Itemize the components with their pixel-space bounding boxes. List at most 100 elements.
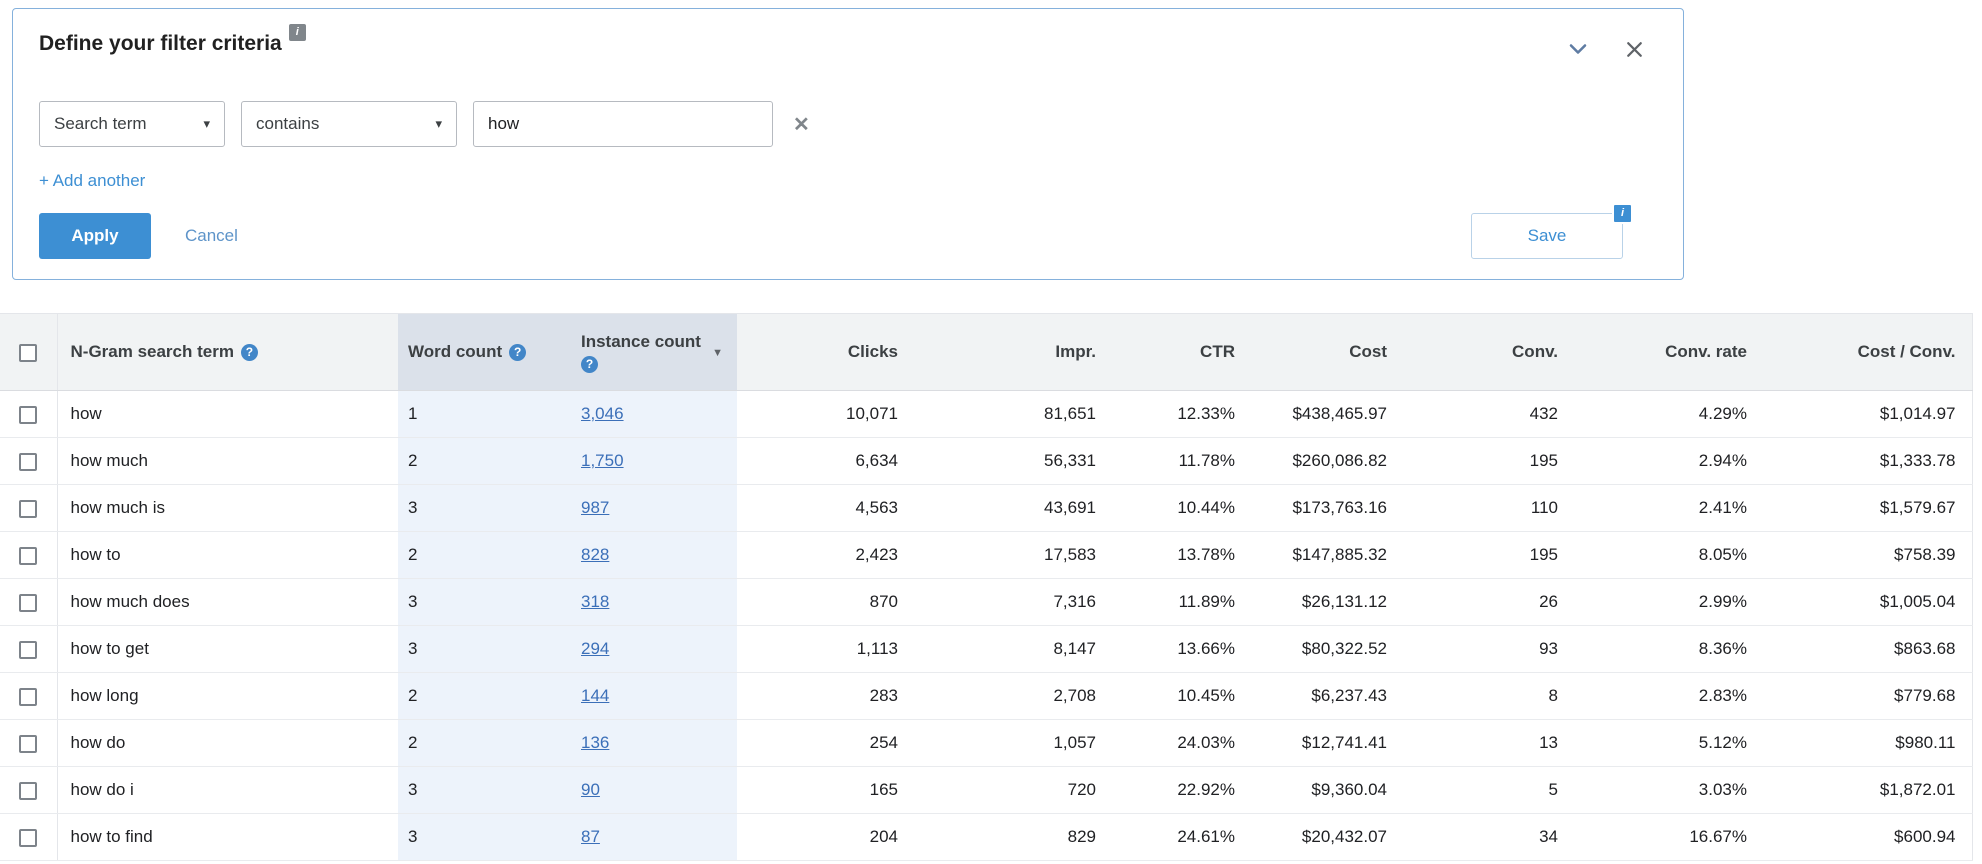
- instance-count-link[interactable]: 90: [581, 780, 600, 799]
- col-header-cost[interactable]: Cost: [1251, 313, 1403, 391]
- title-info-icon[interactable]: i: [288, 24, 306, 41]
- row-checkbox[interactable]: [19, 828, 38, 847]
- word-count-cell: 3: [398, 766, 571, 814]
- impr-cell: 1,057: [914, 719, 1112, 767]
- col-header-conv[interactable]: Conv.: [1403, 313, 1574, 391]
- add-another-link[interactable]: + Add another: [39, 171, 145, 191]
- instance-count-cell: 3,046: [571, 390, 737, 438]
- cost-cell: $147,885.32: [1251, 531, 1403, 579]
- table-row: how much does 3 318 870 7,316 11.89% $26…: [0, 578, 1972, 626]
- filter-operator-dropdown[interactable]: contains ▾: [241, 101, 457, 147]
- ctr-cell: 13.78%: [1112, 531, 1251, 579]
- col-header-impr[interactable]: Impr.: [914, 313, 1112, 391]
- conv-rate-cell: 4.29%: [1574, 390, 1763, 438]
- col-header-cost-conv[interactable]: Cost / Conv.: [1763, 313, 1972, 391]
- ctr-cell: 11.89%: [1112, 578, 1251, 626]
- conv-cell: 432: [1403, 390, 1574, 438]
- row-checkbox[interactable]: [19, 640, 38, 659]
- ngram-term-cell: how: [57, 390, 398, 438]
- word-count-cell: 2: [398, 531, 571, 579]
- instance-count-link[interactable]: 318: [581, 592, 609, 611]
- conv-rate-cell: 3.03%: [1574, 766, 1763, 814]
- ctr-cell: 24.61%: [1112, 813, 1251, 861]
- help-icon[interactable]: ?: [240, 343, 258, 361]
- filter-value-input[interactable]: [473, 101, 773, 147]
- collapse-chevron-icon[interactable]: [1564, 35, 1592, 63]
- sort-desc-icon[interactable]: ▼: [712, 347, 723, 359]
- instance-count-link[interactable]: 87: [581, 827, 600, 846]
- conv-rate-cell: 2.99%: [1574, 578, 1763, 626]
- instance-count-link[interactable]: 294: [581, 639, 609, 658]
- conv-cell: 195: [1403, 531, 1574, 579]
- word-count-cell: 1: [398, 390, 571, 438]
- select-all-checkbox[interactable]: [19, 343, 38, 362]
- clicks-cell: 6,634: [737, 437, 914, 485]
- apply-button[interactable]: Apply: [39, 213, 151, 259]
- word-count-cell: 2: [398, 437, 571, 485]
- clicks-cell: 165: [737, 766, 914, 814]
- ngram-term-cell: how to find: [57, 813, 398, 861]
- row-checkbox[interactable]: [19, 593, 38, 612]
- help-icon[interactable]: ?: [581, 355, 598, 373]
- cost-conv-cell: $779.68: [1763, 672, 1972, 720]
- clicks-cell: 1,113: [737, 625, 914, 673]
- cost-conv-cell: $1,872.01: [1763, 766, 1972, 814]
- cost-cell: $6,237.43: [1251, 672, 1403, 720]
- row-checkbox[interactable]: [19, 687, 38, 706]
- row-checkbox[interactable]: [19, 734, 38, 753]
- row-checkbox[interactable]: [19, 499, 38, 518]
- instance-count-link[interactable]: 987: [581, 498, 609, 517]
- row-checkbox-cell: [0, 531, 58, 579]
- cost-cell: $80,322.52: [1251, 625, 1403, 673]
- instance-count-link[interactable]: 3,046: [581, 404, 624, 423]
- row-checkbox-cell: [0, 766, 58, 814]
- col-label-ngram-term: N-Gram search term: [70, 342, 234, 361]
- cost-conv-cell: $1,014.97: [1763, 390, 1972, 438]
- col-header-ctr[interactable]: CTR: [1112, 313, 1251, 391]
- ctr-cell: 11.78%: [1112, 437, 1251, 485]
- col-header-ngram-term[interactable]: N-Gram search term ?: [57, 313, 398, 391]
- row-checkbox[interactable]: [19, 546, 38, 565]
- col-header-word-count[interactable]: Word count ?: [398, 313, 571, 391]
- row-checkbox[interactable]: [19, 405, 38, 424]
- ngram-term-cell: how to: [57, 531, 398, 579]
- cancel-link[interactable]: Cancel: [185, 226, 238, 246]
- instance-count-link[interactable]: 828: [581, 545, 609, 564]
- row-checkbox-cell: [0, 484, 58, 532]
- clicks-cell: 4,563: [737, 484, 914, 532]
- ngram-table: N-Gram search term ? Word count ? Instan…: [0, 313, 1973, 861]
- ctr-cell: 10.45%: [1112, 672, 1251, 720]
- remove-filter-icon[interactable]: ✕: [793, 112, 810, 137]
- close-icon[interactable]: [1622, 37, 1647, 62]
- word-count-cell: 2: [398, 719, 571, 767]
- chevron-down-icon: ▾: [435, 116, 442, 131]
- cost-cell: $12,741.41: [1251, 719, 1403, 767]
- instance-count-link[interactable]: 1,750: [581, 451, 624, 470]
- cost-conv-cell: $600.94: [1763, 813, 1972, 861]
- cost-cell: $9,360.04: [1251, 766, 1403, 814]
- word-count-cell: 3: [398, 813, 571, 861]
- instance-count-link[interactable]: 144: [581, 686, 609, 705]
- ngram-term-cell: how do i: [57, 766, 398, 814]
- instance-count-cell: 90: [571, 766, 737, 814]
- table-row: how much is 3 987 4,563 43,691 10.44% $1…: [0, 484, 1972, 532]
- save-info-icon[interactable]: i: [1612, 203, 1633, 224]
- instance-count-cell: 318: [571, 578, 737, 626]
- conv-rate-cell: 5.12%: [1574, 719, 1763, 767]
- impr-cell: 2,708: [914, 672, 1112, 720]
- save-button[interactable]: Save i: [1471, 203, 1633, 259]
- ctr-cell: 13.66%: [1112, 625, 1251, 673]
- filter-field-dropdown[interactable]: Search term ▾: [39, 101, 225, 147]
- cost-cell: $26,131.12: [1251, 578, 1403, 626]
- col-header-clicks[interactable]: Clicks: [737, 313, 914, 391]
- filter-panel: Define your filter criteria i Search ter…: [12, 8, 1684, 280]
- col-header-instance-count[interactable]: Instance count ? ▼: [571, 313, 737, 391]
- row-checkbox[interactable]: [19, 452, 38, 471]
- impr-cell: 8,147: [914, 625, 1112, 673]
- row-checkbox[interactable]: [19, 781, 38, 800]
- clicks-cell: 283: [737, 672, 914, 720]
- instance-count-link[interactable]: 136: [581, 733, 609, 752]
- table-row: how much 2 1,750 6,634 56,331 11.78% $26…: [0, 437, 1972, 485]
- help-icon[interactable]: ?: [509, 343, 527, 361]
- col-header-conv-rate[interactable]: Conv. rate: [1574, 313, 1763, 391]
